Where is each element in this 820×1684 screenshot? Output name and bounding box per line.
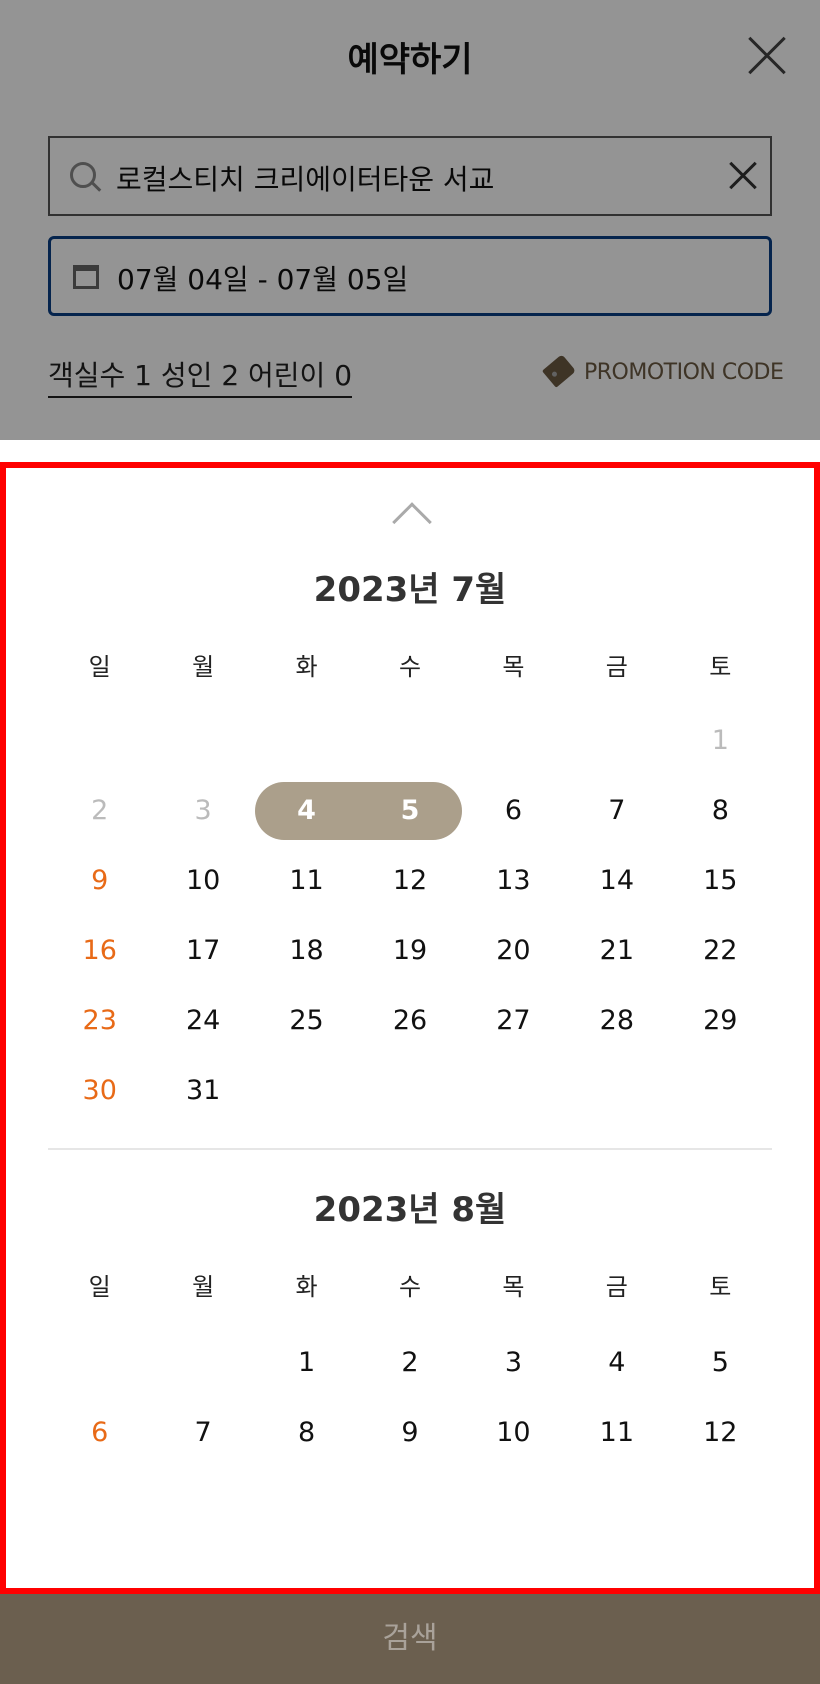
day-cell[interactable]: 20: [462, 922, 565, 992]
weekday-header: 일월화수목금토: [48, 642, 772, 712]
day-cell[interactable]: 4: [255, 782, 358, 852]
weekday-label: 토: [709, 653, 732, 681]
day-cell[interactable]: 26: [358, 992, 461, 1062]
day-cell[interactable]: 28: [565, 992, 668, 1062]
weekday-label: 화: [295, 653, 318, 681]
weekday-label: 금: [605, 1273, 628, 1301]
empty-cell: [48, 712, 151, 782]
modal-overlay[interactable]: [0, 0, 820, 440]
weekday-label: 일: [88, 1273, 111, 1301]
weekday-header: 일월화수목금토: [48, 1262, 772, 1332]
day-cell[interactable]: 6: [462, 782, 565, 852]
day-cell[interactable]: 12: [358, 852, 461, 922]
day-cell[interactable]: 27: [462, 992, 565, 1062]
day-cell[interactable]: 18: [255, 922, 358, 992]
day-cell[interactable]: 3: [462, 1334, 565, 1404]
weekday-label: 수: [398, 653, 422, 681]
day-cell[interactable]: 5: [358, 782, 461, 852]
empty-cell: [48, 1334, 151, 1404]
month-divider: [48, 1148, 772, 1150]
day-cell[interactable]: 13: [462, 852, 565, 922]
day-cell[interactable]: 24: [151, 992, 254, 1062]
day-cell: 2: [91, 795, 109, 826]
day-cell[interactable]: 9: [48, 852, 151, 922]
day-cell[interactable]: 29: [669, 992, 772, 1062]
day-cell[interactable]: 23: [48, 992, 151, 1062]
day-cell[interactable]: 12: [669, 1404, 772, 1474]
weekday-label: 화: [295, 1273, 318, 1301]
day-cell[interactable]: 11: [255, 852, 358, 922]
empty-cell: [462, 712, 565, 782]
weekday-label: 월: [192, 653, 215, 681]
day-grid: 1 2 3 4 5 6 7 8 9 10 11 12 13 14 15 16 17 18 19 20 21 22 23 24 2…: [48, 712, 772, 1132]
day-cell[interactable]: 31: [151, 1062, 254, 1132]
empty-cell: [358, 712, 461, 782]
calendar-panel: 2023년 7월 일월화수목금토 1 2 3 4 5 6 7 8 9 10 11 12 13 14 15 16…: [0, 462, 820, 1594]
day-cell[interactable]: 6: [48, 1404, 151, 1474]
day-cell[interactable]: 22: [669, 922, 772, 992]
day-cell[interactable]: 21: [565, 922, 668, 992]
empty-cell: [151, 712, 254, 782]
day-cell[interactable]: 15: [669, 852, 772, 922]
day-cell[interactable]: 2: [358, 1334, 461, 1404]
day-cell[interactable]: 1: [255, 1334, 358, 1404]
day-cell[interactable]: 4: [565, 1334, 668, 1404]
day-cell[interactable]: 17: [151, 922, 254, 992]
day-cell[interactable]: 9: [358, 1404, 461, 1474]
day-cell[interactable]: 7: [565, 782, 668, 852]
month-title: 2023년 8월: [313, 1190, 507, 1230]
day-cell[interactable]: 8: [669, 782, 772, 852]
weekday-label: 목: [502, 1273, 525, 1301]
day-cell[interactable]: 16: [48, 922, 151, 992]
day-cell[interactable]: 7: [151, 1404, 254, 1474]
day-cell[interactable]: 8: [255, 1404, 358, 1474]
chevron-up-icon[interactable]: [392, 502, 432, 542]
empty-cell: [255, 712, 358, 782]
weekday-label: 금: [605, 653, 628, 681]
weekday-label: 수: [398, 1273, 422, 1301]
search-button[interactable]: 검색: [0, 1594, 820, 1684]
day-cell: 1: [711, 725, 729, 756]
day-cell: 3: [194, 795, 212, 826]
day-cell[interactable]: 10: [462, 1404, 565, 1474]
day-cell[interactable]: 25: [255, 992, 358, 1062]
day-cell[interactable]: 14: [565, 852, 668, 922]
weekday-label: 월: [192, 1273, 215, 1301]
empty-cell: [151, 1334, 254, 1404]
day-cell[interactable]: 5: [669, 1334, 772, 1404]
day-grid: 1 2 3 4 5 6 7 8 9 10 11 12: [48, 1334, 772, 1474]
day-cell[interactable]: 30: [48, 1062, 151, 1132]
weekday-label: 토: [709, 1273, 732, 1301]
day-cell[interactable]: 10: [151, 852, 254, 922]
month-title: 2023년 7월: [313, 570, 507, 610]
empty-cell: [565, 712, 668, 782]
weekday-label: 목: [502, 653, 525, 681]
day-cell[interactable]: 11: [565, 1404, 668, 1474]
weekday-label: 일: [88, 653, 111, 681]
day-cell[interactable]: 19: [358, 922, 461, 992]
